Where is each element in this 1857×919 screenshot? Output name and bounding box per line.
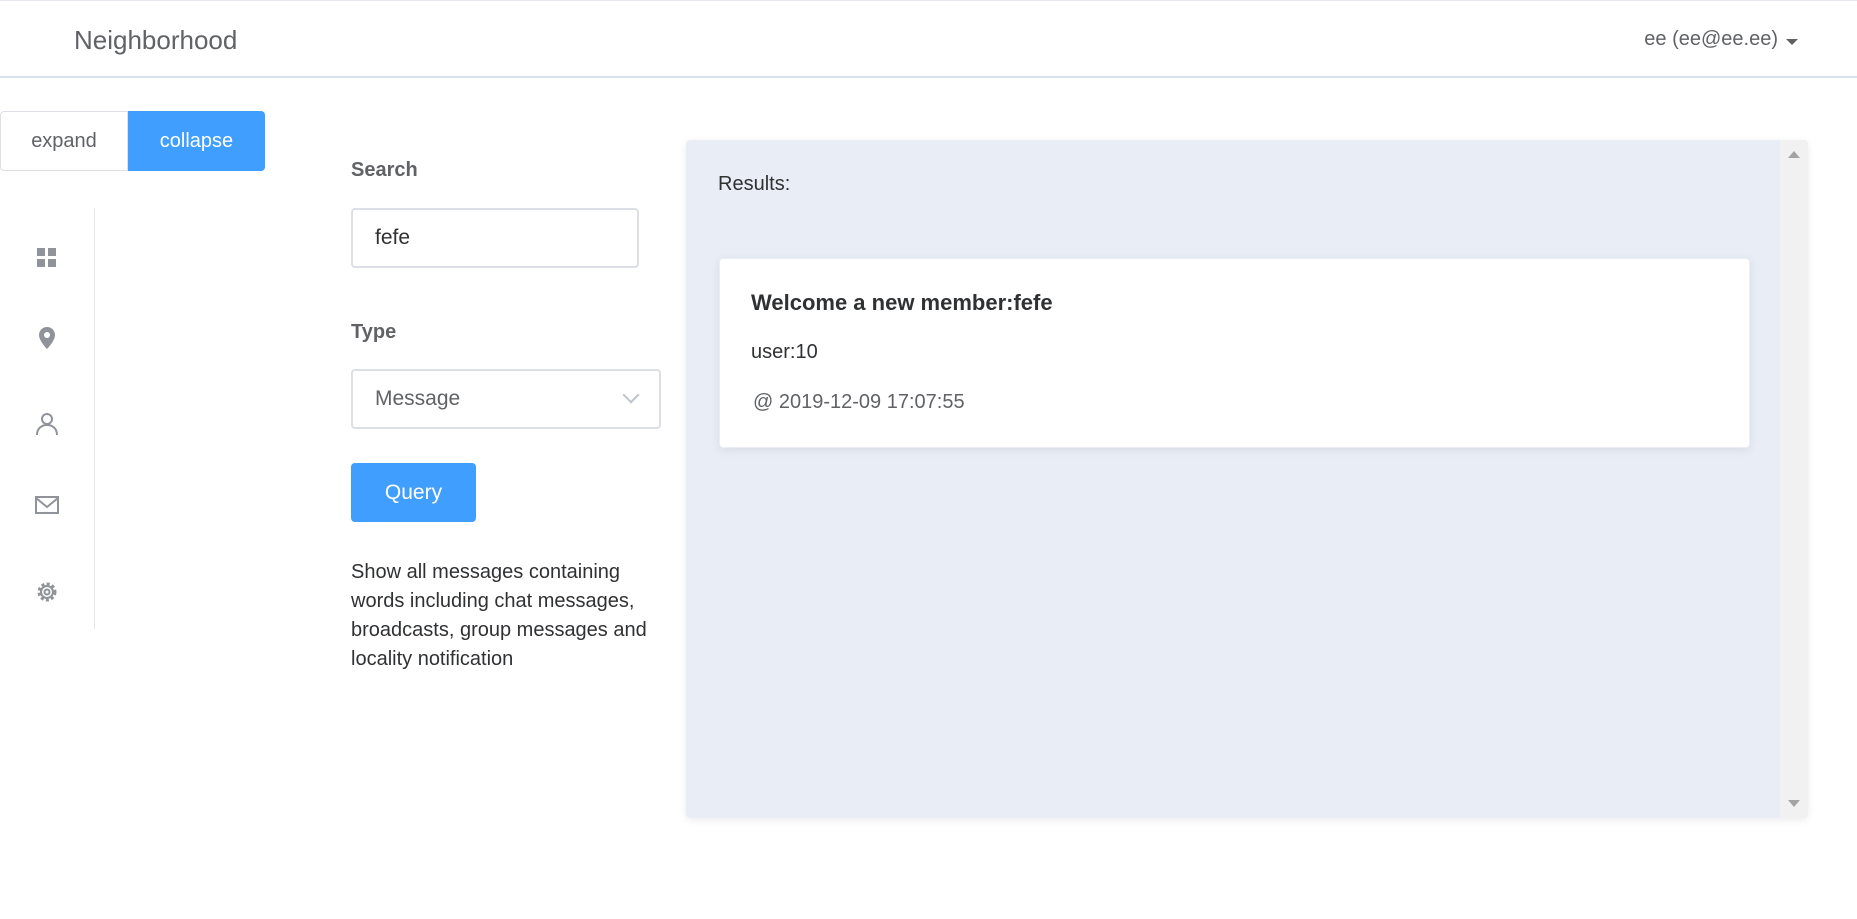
result-user: user:10 [751, 341, 818, 363]
user-menu[interactable]: ee (ee@ee.ee) [1644, 28, 1798, 51]
search-label: Search [351, 159, 418, 181]
sidebar-item-location[interactable] [34, 325, 60, 351]
gear-icon [37, 582, 57, 602]
scroll-up-arrow-icon[interactable] [1788, 151, 1800, 158]
query-button[interactable]: Query [351, 463, 476, 522]
mail-icon [35, 496, 59, 514]
sidebar-item-settings[interactable] [34, 579, 60, 605]
chevron-down-icon [622, 386, 640, 404]
search-input[interactable] [351, 208, 639, 268]
user-label: ee (ee@ee.ee) [1644, 28, 1778, 50]
top-navbar: Neighborhood ee (ee@ee.ee) [0, 0, 1857, 78]
type-select-value: Message [375, 387, 461, 410]
sidebar-item-user[interactable] [34, 411, 60, 437]
scroll-down-arrow-icon[interactable] [1788, 800, 1800, 807]
brand-title[interactable]: Neighborhood [74, 25, 237, 56]
user-icon [36, 413, 58, 436]
query-help-text: Show all messages containing words inclu… [351, 561, 647, 670]
sidebar-item-messages[interactable] [34, 492, 60, 518]
result-title: Welcome a new member:fefe [751, 290, 1053, 315]
caret-down-icon [1786, 38, 1798, 45]
type-label: Type [351, 321, 397, 343]
result-card[interactable]: Welcome a new member:fefe user:10 @ 2019… [719, 258, 1750, 448]
collapse-button[interactable]: collapse [128, 111, 265, 171]
sidebar-item-dashboard[interactable] [34, 245, 60, 271]
expand-button[interactable]: expand [0, 111, 128, 171]
dashboard-grid-icon [37, 248, 56, 267]
results-label: Results: [718, 173, 791, 195]
result-timestamp: @ 2019-12-09 17:07:55 [753, 391, 965, 413]
type-select[interactable]: Message [351, 369, 661, 429]
results-panel: Results: Welcome a new member:fefe user:… [686, 140, 1808, 818]
sidebar-toggle-group: expand collapse [0, 111, 265, 171]
sidebar [0, 208, 95, 629]
location-pin-icon [39, 327, 55, 349]
results-scrollbar[interactable] [1780, 140, 1808, 818]
